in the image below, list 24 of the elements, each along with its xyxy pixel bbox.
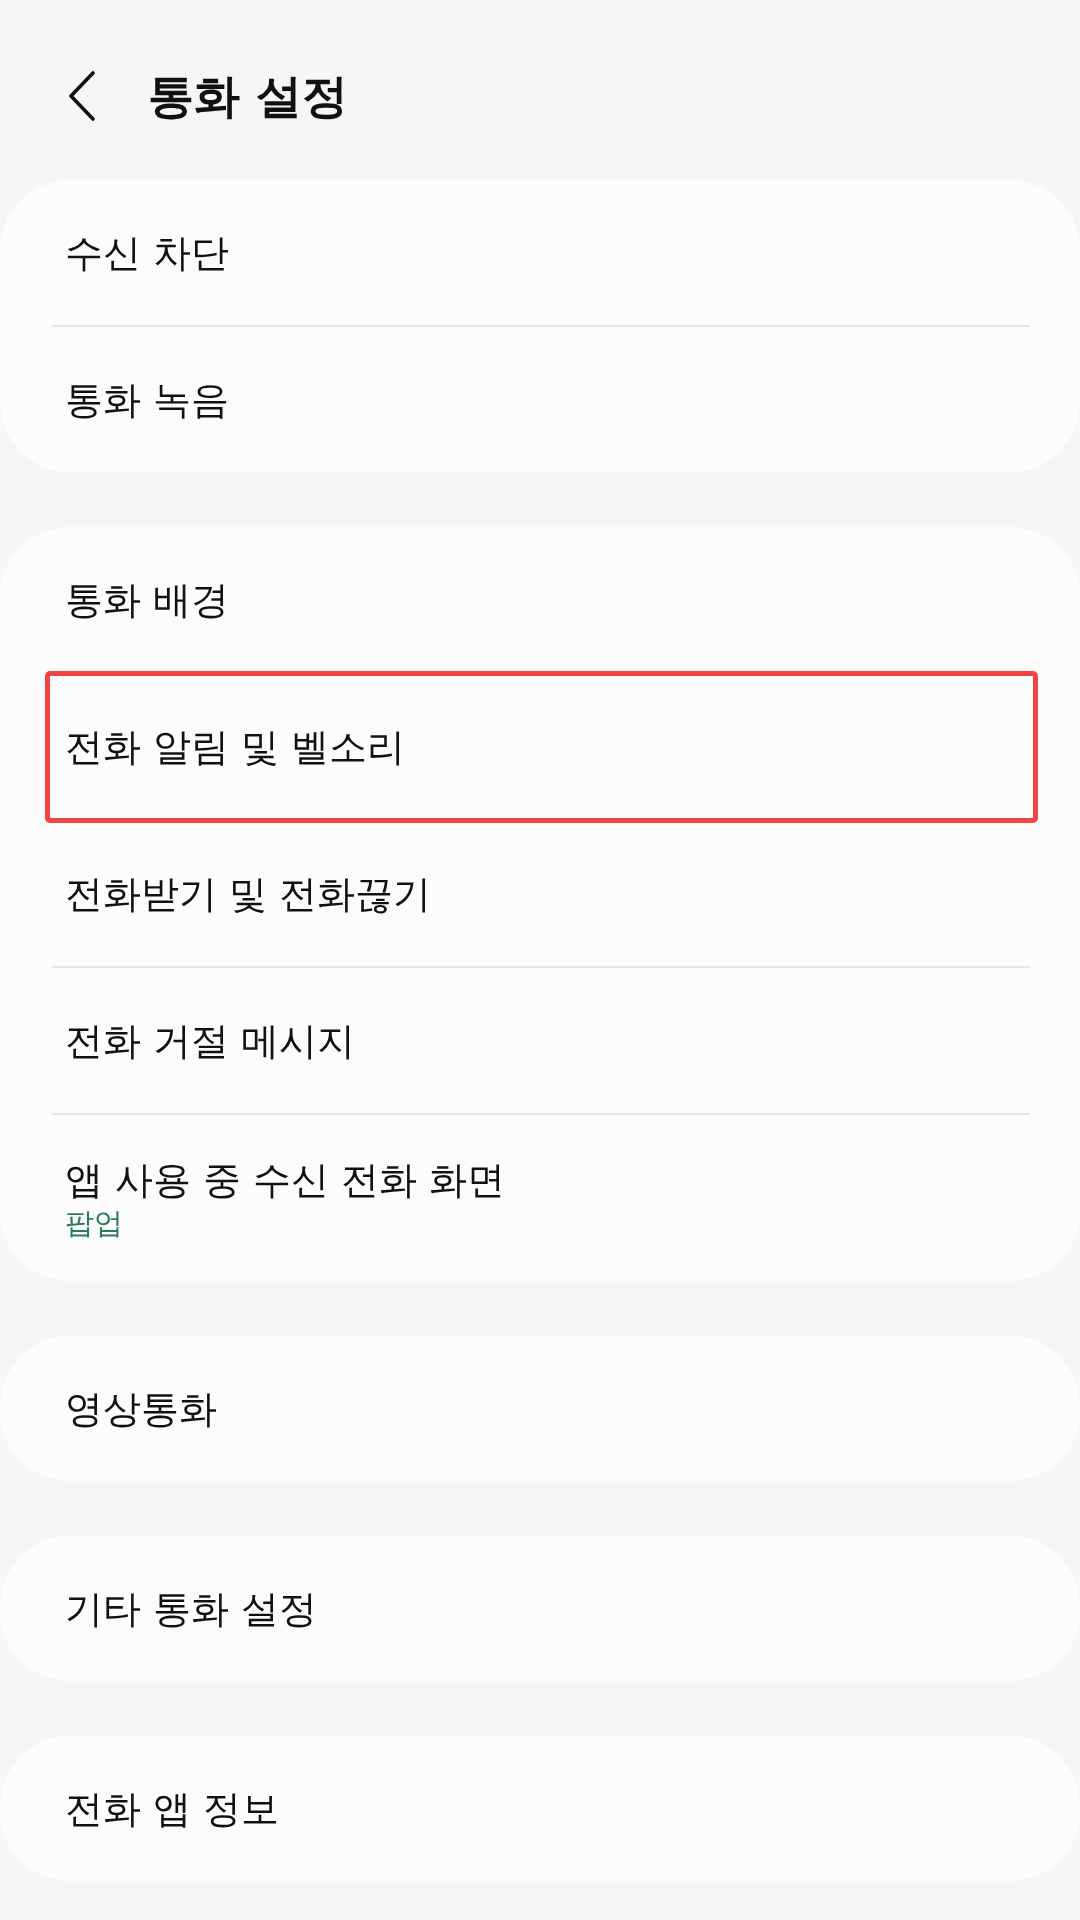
item-title: 전화 거절 메시지 [65,1017,356,1065]
item-title: 전화 앱 정보 [65,1785,280,1833]
item-title: 통화 배경 [65,576,230,624]
item-title: 앱 사용 중 수신 전화 화면 [65,1157,506,1204]
settings-item[interactable]: 전화 앱 정보 [0,1736,1080,1881]
item-title: 기타 통화 설정 [65,1585,318,1633]
settings-item[interactable]: 전화 거절 메시지 [0,968,1080,1113]
settings-item[interactable]: 기타 통화 설정 [0,1536,1080,1681]
item-title: 수신 차단 [65,229,230,277]
item-summary: 팝업 [65,1205,123,1242]
settings-item[interactable]: 통화 배경 [0,527,1080,672]
back-icon [68,71,96,121]
settings-item[interactable]: 전화받기 및 전화끊기 [0,821,1080,966]
settings-item[interactable]: 앱 사용 중 수신 전화 화면 팝업 [0,1115,1080,1281]
item-title: 통화 녹음 [65,376,230,424]
settings-item[interactable]: 영상통화 [0,1336,1080,1481]
item-title: 전화 알림 및 벨소리 [65,723,406,771]
item-title: 전화받기 및 전화끊기 [65,870,432,918]
settings-item[interactable]: 전화 알림 및 벨소리 [0,674,1080,819]
settings-item[interactable]: 통화 녹음 [0,327,1080,472]
settings-item[interactable]: 수신 차단 [0,180,1080,325]
item-title: 영상통화 [65,1385,217,1433]
page-title: 통화 설정 [148,68,348,124]
back-button[interactable] [68,71,96,121]
